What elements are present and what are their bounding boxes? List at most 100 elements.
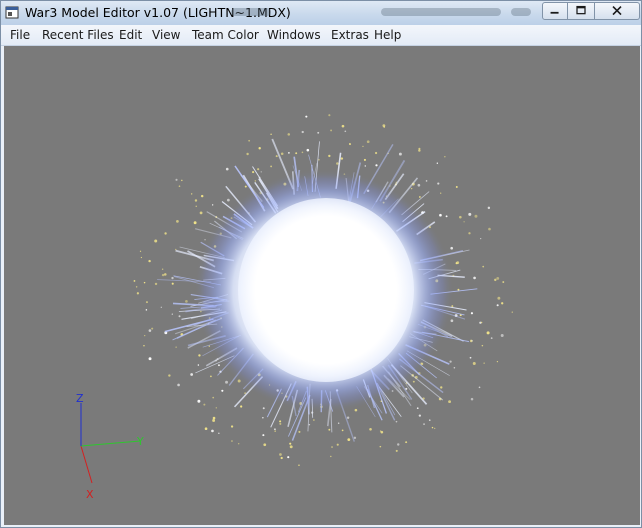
menu-windows[interactable]: Windows bbox=[267, 28, 321, 42]
particle-spark bbox=[212, 204, 214, 206]
maximize-button[interactable] bbox=[568, 2, 595, 20]
particle-spark bbox=[139, 250, 142, 252]
particle-spark bbox=[175, 346, 177, 348]
particle-spark bbox=[363, 158, 366, 161]
particle-spark bbox=[472, 362, 476, 365]
menu-extras[interactable]: Extras bbox=[331, 28, 369, 42]
model-viewport[interactable]: X Y Z bbox=[4, 46, 640, 525]
particle-spark bbox=[486, 331, 490, 335]
maximize-icon bbox=[576, 5, 586, 15]
particle-spark bbox=[164, 273, 167, 276]
minimize-button[interactable] bbox=[542, 2, 568, 20]
particle-spark bbox=[418, 149, 421, 152]
particle-spark bbox=[450, 246, 453, 250]
particle-spark bbox=[143, 344, 145, 347]
particle-spark bbox=[313, 419, 315, 421]
particle-spark bbox=[330, 129, 333, 132]
particle-spark bbox=[436, 162, 439, 164]
menu-recent-files[interactable]: Recent Files bbox=[42, 28, 114, 42]
particle-spark bbox=[349, 143, 351, 145]
particle-spark bbox=[274, 428, 276, 431]
close-icon bbox=[612, 5, 622, 16]
particle-spark bbox=[231, 440, 233, 442]
particle-spark bbox=[258, 147, 261, 150]
particle-spark bbox=[145, 309, 148, 311]
particle-spark bbox=[225, 167, 229, 171]
particle-spark bbox=[164, 232, 167, 235]
particle-spark bbox=[328, 428, 331, 431]
particle-spark bbox=[412, 380, 415, 383]
x-axis-line bbox=[80, 445, 93, 484]
menu-help[interactable]: Help bbox=[374, 28, 401, 42]
minimize-icon bbox=[550, 11, 559, 14]
particle-spark bbox=[246, 152, 249, 156]
particle-spark bbox=[375, 164, 378, 167]
particle-spark bbox=[480, 321, 483, 324]
title-bar[interactable]: War3 Model Editor v1.07 (LIGHTN~1.MDX) bbox=[1, 1, 641, 25]
particle-spark bbox=[225, 380, 228, 384]
particle-spark bbox=[305, 115, 308, 118]
particle-spark bbox=[353, 436, 357, 440]
particle-spark bbox=[194, 199, 198, 202]
particle-spark bbox=[456, 261, 460, 265]
particle-spark bbox=[262, 434, 265, 437]
particle-spark bbox=[459, 215, 462, 219]
particle-spark bbox=[240, 405, 243, 408]
particle-spark bbox=[176, 220, 179, 223]
particle-spark bbox=[418, 414, 421, 417]
particle-spark bbox=[496, 276, 500, 280]
particle-spark bbox=[154, 282, 158, 286]
particle-spark bbox=[198, 354, 201, 357]
particle-spark bbox=[423, 423, 425, 425]
particle-spark bbox=[260, 171, 262, 173]
particle-spark bbox=[154, 239, 158, 243]
menu-file[interactable]: File bbox=[10, 28, 30, 42]
particle-spark bbox=[395, 420, 398, 423]
particle-spark bbox=[280, 456, 283, 460]
y-axis-line bbox=[80, 440, 141, 447]
particle-spark bbox=[328, 154, 331, 158]
particle-spark bbox=[279, 453, 282, 456]
particle-spark bbox=[317, 131, 320, 134]
particle-spark bbox=[346, 416, 350, 419]
close-button[interactable] bbox=[595, 2, 640, 20]
particle-spark bbox=[270, 165, 273, 168]
particle-spark bbox=[336, 443, 339, 446]
particle-spark bbox=[190, 193, 193, 195]
menu-bar: File Recent Files Edit View Team Color W… bbox=[1, 25, 641, 46]
particle-spark bbox=[197, 399, 201, 403]
particle-spark bbox=[440, 386, 443, 389]
particle-spark bbox=[444, 156, 446, 158]
particle-spark bbox=[279, 420, 282, 423]
particle-spark bbox=[280, 152, 284, 155]
particle-spark bbox=[279, 422, 282, 425]
particle-spark bbox=[439, 213, 442, 217]
particle-spark bbox=[212, 419, 216, 422]
particle-spark bbox=[483, 362, 485, 364]
particle-spark bbox=[298, 430, 301, 433]
particle-spark bbox=[168, 374, 171, 377]
menu-team-color[interactable]: Team Color bbox=[192, 28, 259, 42]
particle-spark bbox=[287, 133, 291, 136]
particle-spark bbox=[200, 194, 204, 198]
particle-spark bbox=[496, 304, 499, 307]
particle-spark bbox=[481, 344, 484, 347]
menu-view[interactable]: View bbox=[152, 28, 180, 42]
particle-spark bbox=[405, 441, 408, 444]
particle-spark bbox=[468, 232, 471, 235]
app-window: War3 Model Editor v1.07 (LIGHTN~1.MDX) F… bbox=[0, 0, 642, 528]
particle-spark bbox=[217, 364, 220, 367]
particle-spark bbox=[308, 423, 311, 426]
particle-spark bbox=[289, 442, 292, 445]
particle-spark bbox=[275, 155, 278, 158]
particle-spark bbox=[341, 429, 344, 432]
particle-spark bbox=[145, 301, 148, 304]
particle-spark bbox=[496, 360, 499, 363]
particle-spark bbox=[330, 455, 332, 458]
particle-spark bbox=[161, 273, 165, 277]
menu-edit[interactable]: Edit bbox=[119, 28, 142, 42]
particle-spark bbox=[301, 151, 304, 154]
particle-spark bbox=[254, 180, 257, 182]
x-axis-label: X bbox=[86, 488, 94, 501]
particle-spark bbox=[193, 221, 197, 225]
